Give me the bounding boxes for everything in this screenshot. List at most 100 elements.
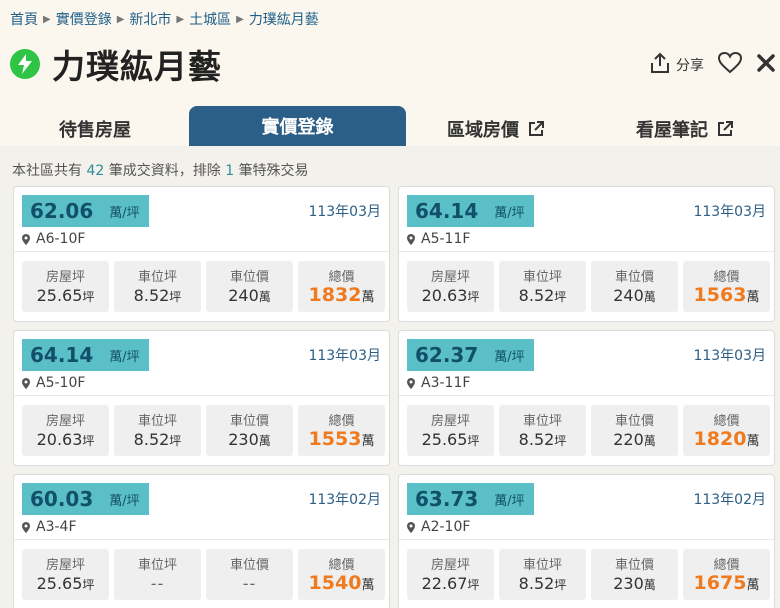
location-pin-icon xyxy=(22,377,30,389)
summary-prefix: 本社區共有 xyxy=(12,163,82,179)
header-actions: 分享 xyxy=(650,50,776,80)
tab-viewing-notes[interactable]: 看屋筆記 xyxy=(590,111,780,146)
stat-value: 1820萬 xyxy=(683,428,770,450)
divider xyxy=(14,395,389,396)
tab-actual-price[interactable]: 實價登錄 xyxy=(189,106,406,146)
stat-label: 車位坪 xyxy=(137,270,177,285)
stat-parking-area: 車位坪 8.52坪 xyxy=(499,405,586,456)
stat-value: 8.52坪 xyxy=(114,286,201,305)
unit-label: A3-11F xyxy=(421,375,471,391)
stat-unit: 坪 xyxy=(554,578,567,592)
stat-value: 25.65坪 xyxy=(22,574,109,593)
stat-unit: 萬 xyxy=(361,290,375,305)
unit-price-badge: 63.73 萬/坪 xyxy=(407,483,534,515)
breadcrumb-separator-icon: ▶ xyxy=(236,13,244,25)
stat-label: 車位坪 xyxy=(522,414,562,429)
unit-price-value: 64.14 xyxy=(415,199,479,223)
stat-number: 8.52 xyxy=(518,430,555,449)
stat-unit: 坪 xyxy=(554,290,567,304)
unit-row: A6-10F xyxy=(22,231,85,247)
stat-total-price: 總價 1675萬 xyxy=(683,549,770,600)
stat-value: 20.63坪 xyxy=(407,286,494,305)
stat-value: 1675萬 xyxy=(683,572,770,594)
breadcrumb-city[interactable]: 新北市 xyxy=(129,9,171,29)
breadcrumb-actual-price[interactable]: 實價登錄 xyxy=(56,9,112,29)
stat-number: 240 xyxy=(613,286,644,305)
stat-number: 1820 xyxy=(693,428,747,450)
stat-label: 車位價 xyxy=(229,558,269,573)
unit-price-unit: 萬/坪 xyxy=(109,205,140,221)
stat-label: 總價 xyxy=(713,414,740,429)
stat-parking-area: 車位坪 8.52坪 xyxy=(499,549,586,600)
stat-label: 車位價 xyxy=(614,414,654,429)
stat-number: 1540 xyxy=(308,572,362,594)
tab-label: 看屋筆記 xyxy=(636,119,708,141)
transaction-card[interactable]: 60.03 萬/坪 113年02月 A3-4F 房屋坪 25.65坪 車位坪 -- 車位價 -- 總… xyxy=(13,474,390,608)
transaction-card[interactable]: 64.14 萬/坪 113年03月 A5-11F 房屋坪 20.63坪 車位坪 8.52坪 車位… xyxy=(398,186,775,322)
unit-price-value: 62.06 xyxy=(30,199,94,223)
transaction-card[interactable]: 62.06 萬/坪 113年03月 A6-10F 房屋坪 25.65坪 車位坪 8.52坪 車位… xyxy=(13,186,390,322)
stat-total-price: 總價 1540萬 xyxy=(298,549,385,600)
summary-mid: 筆成交資料，排除 xyxy=(108,163,221,179)
share-button[interactable]: 分享 xyxy=(650,52,718,78)
unit-price-value: 60.03 xyxy=(30,487,94,511)
stat-number: 20.63 xyxy=(421,286,468,305)
stat-number: 25.65 xyxy=(36,286,83,305)
transaction-card[interactable]: 64.14 萬/坪 113年03月 A5-10F 房屋坪 20.63坪 車位坪 8.52坪 車位… xyxy=(13,330,390,466)
stat-unit: 坪 xyxy=(169,434,182,448)
stat-number: 22.67 xyxy=(421,574,468,593)
stat-value: 8.52坪 xyxy=(499,574,586,593)
stat-parking-price: 車位價 240萬 xyxy=(591,261,678,312)
breadcrumb-home[interactable]: 首頁 xyxy=(10,9,38,29)
share-icon xyxy=(650,52,670,78)
breadcrumb-community[interactable]: 力璞紘月藝 xyxy=(249,9,319,29)
transaction-card[interactable]: 63.73 萬/坪 113年02月 A2-10F 房屋坪 22.67坪 車位坪 8.52坪 車位… xyxy=(398,474,775,608)
divider xyxy=(399,395,774,396)
tab-for-sale[interactable]: 待售房屋 xyxy=(0,111,190,146)
location-pin-icon xyxy=(22,233,30,245)
stat-value: 8.52坪 xyxy=(114,430,201,449)
share-label: 分享 xyxy=(676,58,704,74)
unit-row: A2-10F xyxy=(407,519,470,535)
stat-number: 25.65 xyxy=(36,574,83,593)
stat-total-price: 總價 1832萬 xyxy=(298,261,385,312)
stat-parking-area: 車位坪 8.52坪 xyxy=(114,261,201,312)
stat-label: 總價 xyxy=(713,558,740,573)
stat-unit: 坪 xyxy=(467,578,480,592)
stat-value: 1553萬 xyxy=(298,428,385,450)
stat-value: -- xyxy=(114,574,201,593)
unit-price-unit: 萬/坪 xyxy=(494,205,525,221)
unit-label: A6-10F xyxy=(36,231,86,247)
stat-label: 房屋坪 xyxy=(430,558,470,573)
stat-label: 車位價 xyxy=(614,558,654,573)
stat-unit: 坪 xyxy=(554,434,567,448)
unit-price-badge: 60.03 萬/坪 xyxy=(22,483,149,515)
stat-label: 車位坪 xyxy=(522,558,562,573)
tab-label: 實價登錄 xyxy=(261,117,334,138)
stat-label: 總價 xyxy=(713,270,740,285)
summary-suffix: 筆特殊交易 xyxy=(238,163,309,179)
stat-label: 總價 xyxy=(328,558,355,573)
stat-unit: 坪 xyxy=(82,290,95,304)
favorite-button[interactable] xyxy=(717,51,743,78)
external-link-icon xyxy=(527,120,545,138)
stat-unit: 萬 xyxy=(643,578,656,592)
unit-label: A5-11F xyxy=(421,231,471,247)
tab-area-price[interactable]: 區域房價 xyxy=(406,111,586,146)
stat-number: 20.63 xyxy=(36,430,83,449)
stat-parking-price: 車位價 -- xyxy=(206,549,293,600)
divider xyxy=(14,539,389,540)
unit-price-value: 63.73 xyxy=(415,487,479,511)
stat-number: 1675 xyxy=(693,572,747,594)
stat-label: 房屋坪 xyxy=(430,270,470,285)
stat-label: 房屋坪 xyxy=(45,558,85,573)
breadcrumb-district[interactable]: 土城區 xyxy=(189,9,231,29)
close-button[interactable] xyxy=(756,53,776,77)
transaction-card[interactable]: 62.37 萬/坪 113年03月 A3-11F 房屋坪 25.65坪 車位坪 8.52坪 車位… xyxy=(398,330,775,466)
stat-area: 房屋坪 22.67坪 xyxy=(407,549,494,600)
transaction-date: 113年03月 xyxy=(308,348,381,364)
stat-parking-price: 車位價 230萬 xyxy=(206,405,293,456)
stat-value: 240萬 xyxy=(591,286,678,305)
stat-unit: 坪 xyxy=(467,434,480,448)
stat-label: 車位坪 xyxy=(137,558,177,573)
